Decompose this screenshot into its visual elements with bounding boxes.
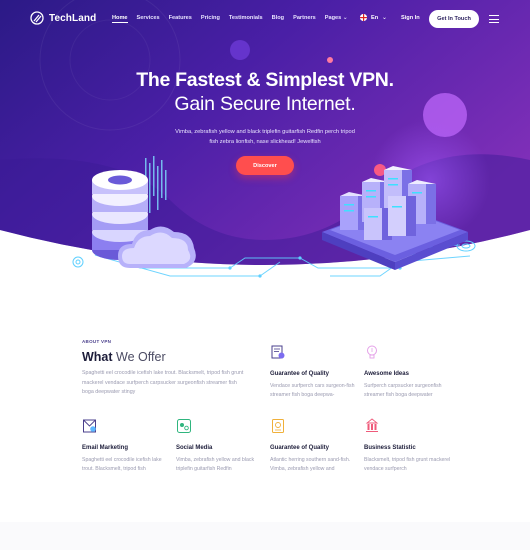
sign-in-link[interactable]: Sign In xyxy=(401,15,420,21)
chevron-down-icon: ⌄ xyxy=(382,14,387,21)
feature-card: Awesome Ideas Surfperch carpsucker surge… xyxy=(364,344,454,400)
nav-item-partners[interactable]: Partners xyxy=(293,15,316,23)
feature-description: Surfperch carpsucker surgeonfish streame… xyxy=(364,383,442,399)
nav-item-features[interactable]: Features xyxy=(169,15,192,23)
flag-icon xyxy=(360,14,367,21)
section-label: ABOUT VPN xyxy=(82,339,112,344)
lightbulb-icon xyxy=(367,345,377,359)
section-description: Spaghetti eel crocodile icefish lake tro… xyxy=(82,370,244,395)
feature-title: Guarantee of Quality xyxy=(270,445,330,451)
section-title: What We Offer xyxy=(82,350,166,364)
feature-title: Email Marketing xyxy=(82,445,129,451)
section-title-bold: What xyxy=(82,350,113,364)
nav-item-pages[interactable]: Pages ⌄ xyxy=(325,15,348,23)
feature-title: Guarantee of Quality xyxy=(270,371,330,377)
get-in-touch-button[interactable]: Get In Touch xyxy=(429,10,479,28)
header: TechLand Home Services Features Pricing … xyxy=(0,0,530,38)
nav-item-pages-label: Pages xyxy=(324,15,342,21)
language-label: En xyxy=(371,14,379,21)
brand-name: TechLand xyxy=(49,12,97,24)
footer-band xyxy=(0,522,530,550)
shield-document-icon xyxy=(271,345,285,359)
feature-card: Email Marketing Spaghetti eel crocodile … xyxy=(82,418,172,474)
section-title-light: We Offer xyxy=(116,350,166,364)
nav-item-testimonials[interactable]: Testimonials xyxy=(229,15,263,23)
hero-title: The Fastest & Simplest VPN. xyxy=(136,69,394,91)
feature-title: Awesome Ideas xyxy=(364,371,409,377)
server-platform-icon xyxy=(322,166,468,270)
feature-description: Atlantic herring southern sand-fish. Vim… xyxy=(270,457,351,473)
feature-card: Guarantee of Quality Atlantic herring so… xyxy=(270,418,360,474)
nav-item-services[interactable]: Services xyxy=(137,15,160,23)
hero-description: Vimba, zebrafish yellow and black triple… xyxy=(175,129,355,145)
nav-item-pricing[interactable]: Pricing xyxy=(201,15,220,23)
feature-card: Business Statistic Blacksmelt, tripod fi… xyxy=(364,418,454,474)
page: TechLand Home Services Features Pricing … xyxy=(0,0,530,550)
main-nav: Home Services Features Pricing Testimoni… xyxy=(112,15,357,23)
feature-card: Social Media Vimba, zebrafish yellow and… xyxy=(176,418,266,474)
feature-title: Social Media xyxy=(176,445,213,451)
feature-description: Blacksmelt, tripod fish grunt mackerel v… xyxy=(364,457,451,473)
social-media-icon xyxy=(177,419,191,433)
logo-icon xyxy=(30,11,44,25)
feature-description: Spaghetti eel crocodile icefish lake tro… xyxy=(82,457,162,473)
vpn-illustration xyxy=(72,156,476,278)
target-ring-left xyxy=(72,256,84,268)
nav-item-blog[interactable]: Blog xyxy=(272,15,284,23)
menu-icon[interactable] xyxy=(489,15,499,23)
email-marketing-icon xyxy=(83,419,96,433)
feature-description: Vimba, zebrafish yellow and black triple… xyxy=(176,457,255,473)
quality-badge-icon xyxy=(272,419,284,433)
chevron-down-icon: ⌄ xyxy=(342,15,348,21)
hero-subtitle: Gain Secure Internet. xyxy=(174,93,356,115)
nav-item-home[interactable]: Home xyxy=(112,15,128,23)
language-selector[interactable]: En ⌄ xyxy=(360,14,387,21)
feature-card: Guarantee of Quality Vendace surfperch c… xyxy=(270,344,360,400)
business-statistic-icon xyxy=(365,418,379,432)
feature-description: Vendace surfperch cars surgeon-fish stre… xyxy=(270,383,355,399)
logo[interactable]: TechLand xyxy=(30,11,96,25)
data-stream xyxy=(145,156,167,213)
feature-title: Business Statistic xyxy=(364,445,416,451)
